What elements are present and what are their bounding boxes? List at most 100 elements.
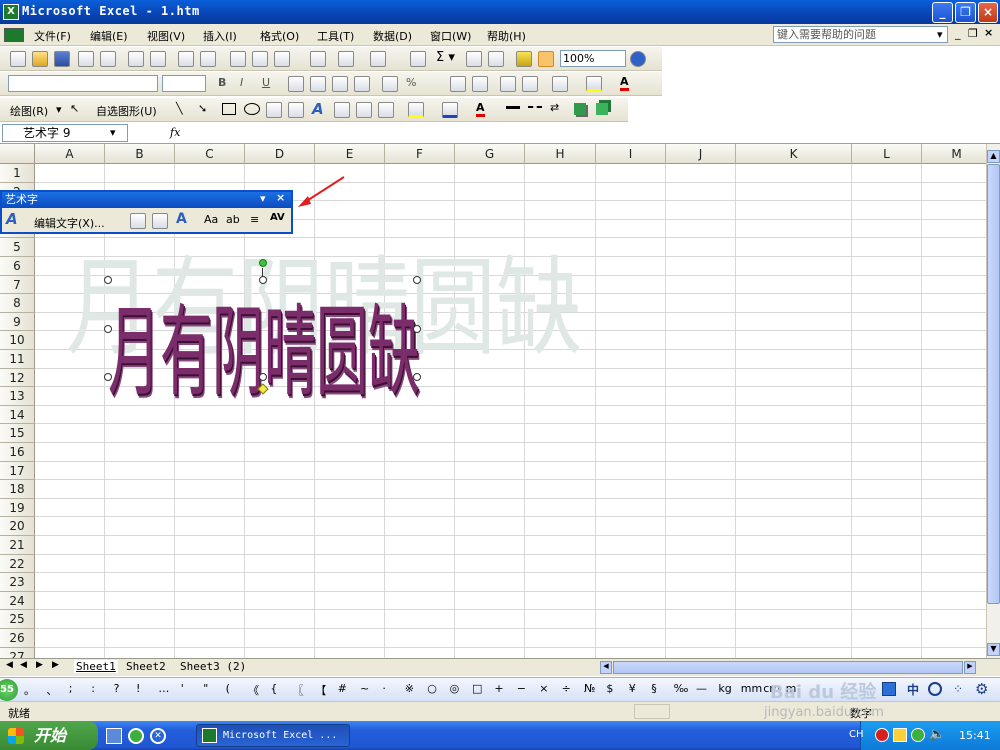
drawing-toggle-icon[interactable] [538, 51, 554, 67]
menu-file[interactable]: 文件(F) [34, 28, 71, 44]
copy-icon[interactable] [252, 51, 268, 67]
borders-icon[interactable] [552, 76, 568, 92]
menu-format[interactable]: 格式(O) [260, 28, 299, 44]
spelling-icon[interactable] [178, 51, 194, 67]
ime-symbol[interactable]: ' [181, 682, 184, 695]
row-header-13[interactable]: 13 [0, 387, 35, 406]
font-color-icon[interactable]: A [620, 75, 629, 91]
row-header-6[interactable]: 6 [0, 257, 35, 276]
ime-symbol[interactable]: × [539, 682, 548, 695]
row-header-20[interactable]: 20 [0, 517, 35, 536]
percent-icon[interactable]: % [406, 76, 416, 89]
scroll-thumb[interactable] [987, 164, 1000, 604]
align-center-icon[interactable] [310, 76, 326, 92]
ime-symbol[interactable]: mm [741, 682, 762, 695]
quicklaunch-app-icon[interactable]: ✕ [150, 728, 166, 744]
column-header-g[interactable]: G [455, 144, 525, 164]
fill-color-icon[interactable] [586, 76, 602, 92]
quicklaunch-browser-icon[interactable] [128, 728, 144, 744]
sheet-tab-3[interactable]: Sheet3 (2) [180, 660, 246, 673]
dash-style-icon[interactable] [528, 106, 542, 109]
ime-symbol[interactable]: ( [226, 682, 230, 695]
zoom-select[interactable]: 100% [560, 50, 626, 67]
column-header-d[interactable]: D [245, 144, 315, 164]
ime-symbol[interactable]: ; [69, 682, 73, 695]
ime-symbol[interactable]: ◎ [450, 682, 460, 695]
draw-menu[interactable]: 绘图(R) [10, 103, 48, 119]
undo-icon[interactable] [338, 51, 354, 67]
tray-icon-1[interactable] [875, 728, 889, 742]
align-right-icon[interactable] [332, 76, 348, 92]
resize-handle-nw[interactable] [104, 276, 112, 284]
wordart-shape-icon[interactable]: A [176, 211, 187, 227]
row-header-7[interactable]: 7 [0, 275, 35, 295]
arrow-style-icon[interactable]: ⇄ [550, 101, 559, 114]
cut-icon[interactable] [230, 51, 246, 67]
hyperlink-icon[interactable] [410, 51, 426, 67]
oval-icon[interactable] [244, 103, 260, 115]
ime-symbol[interactable]: ! [136, 682, 140, 695]
merge-center-icon[interactable] [354, 76, 370, 92]
increase-decimal-icon[interactable] [450, 76, 466, 92]
ime-symbol[interactable]: kg [718, 682, 731, 695]
new-icon[interactable] [10, 51, 26, 67]
row-header-10[interactable]: 10 [0, 331, 35, 350]
taskbar-excel-button[interactable]: Microsoft Excel ... [196, 724, 350, 747]
doc-minimize-button[interactable]: _ [955, 27, 961, 40]
doc-restore-button[interactable]: ❐ [968, 27, 978, 40]
scroll-down-icon[interactable]: ▼ [987, 643, 1000, 656]
vertical-text-box-icon[interactable] [288, 102, 304, 118]
row-header-18[interactable]: 18 [0, 480, 35, 499]
row-header-17[interactable]: 17 [0, 461, 35, 481]
vertical-scrollbar[interactable]: ▲ ▼ [986, 144, 1000, 658]
print-icon[interactable] [128, 51, 144, 67]
line-icon[interactable]: ╲ [176, 102, 183, 115]
clip-art-icon[interactable] [356, 102, 372, 118]
wordart-gallery-icon[interactable] [130, 213, 146, 229]
ime-symbol[interactable]: $ [606, 682, 613, 695]
save-icon[interactable] [54, 51, 70, 67]
column-header-l[interactable]: L [852, 144, 922, 164]
alignment-icon[interactable]: ≡ [250, 213, 259, 226]
menu-window[interactable]: 窗口(W) [430, 28, 471, 44]
same-letter-heights-icon[interactable]: Aa [204, 213, 218, 226]
volume-icon[interactable]: 🔈 [929, 727, 945, 742]
ime-symbol[interactable]: ○ [427, 682, 437, 695]
row-header-22[interactable]: 22 [0, 554, 35, 574]
toolbar-close-icon[interactable]: × [276, 191, 285, 204]
ime-symbol[interactable]: ¥ [629, 682, 636, 695]
text-box-icon[interactable] [266, 102, 282, 118]
format-painter-icon[interactable] [310, 51, 326, 67]
italic-button[interactable]: I [240, 76, 243, 89]
open-icon[interactable] [32, 51, 48, 67]
workbook-icon[interactable] [4, 28, 24, 42]
excel-icon[interactable]: X [3, 4, 19, 20]
ime-punct-icon[interactable] [928, 682, 942, 696]
currency-icon[interactable] [382, 76, 398, 92]
resize-handle-n[interactable] [259, 276, 267, 284]
format-wordart-icon[interactable] [152, 213, 168, 229]
row-header-14[interactable]: 14 [0, 405, 35, 425]
last-sheet-icon[interactable]: ▶ [52, 660, 59, 670]
row-header-24[interactable]: 24 [0, 591, 35, 611]
column-header-k[interactable]: K [736, 144, 852, 164]
paste-icon[interactable] [274, 51, 290, 67]
wordart-icon[interactable]: A [312, 100, 324, 118]
ime-symbol[interactable]: − [517, 682, 526, 695]
sheet-tab-1[interactable]: Sheet1 [74, 660, 118, 673]
resize-handle-s[interactable] [259, 373, 267, 381]
print-preview-icon[interactable] [150, 51, 166, 67]
row-header-1[interactable]: 1 [0, 164, 35, 183]
help-search-input[interactable]: 键入需要帮助的问题 [773, 26, 948, 43]
line-style-icon[interactable] [506, 106, 520, 109]
sort-descending-icon[interactable] [488, 51, 504, 67]
column-header-f[interactable]: F [385, 144, 455, 164]
chevron-down-icon[interactable]: ▾ [937, 28, 943, 41]
row-header-19[interactable]: 19 [0, 498, 35, 518]
menu-tools[interactable]: 工具(T) [317, 28, 354, 44]
resize-handle-w[interactable] [104, 325, 112, 333]
autosum-icon[interactable]: Σ ▾ [436, 50, 455, 65]
row-header-15[interactable]: 15 [0, 424, 35, 443]
shadow-style-icon[interactable] [574, 103, 586, 115]
help-icon[interactable] [630, 51, 646, 67]
